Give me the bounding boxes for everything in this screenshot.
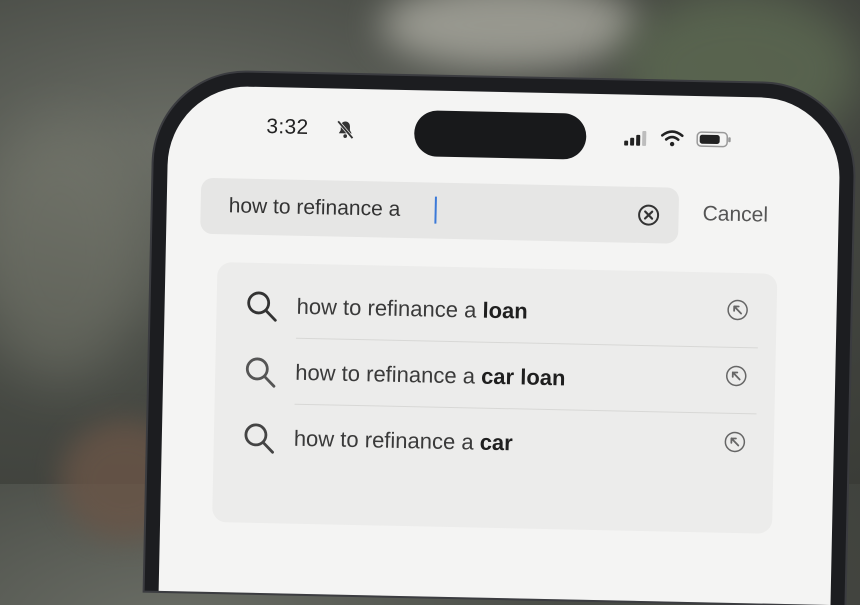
battery-icon xyxy=(696,131,731,148)
clear-circle-icon[interactable] xyxy=(636,203,660,227)
bell-slash-icon xyxy=(336,120,354,140)
phone-frame: 3:32 how to refinance a Cancel how to re… xyxy=(144,70,856,605)
status-icons xyxy=(624,129,732,149)
background-blur xyxy=(380,0,640,70)
search-icon xyxy=(244,423,274,454)
fill-query-arrow-icon[interactable] xyxy=(725,365,747,387)
status-time: 3:32 xyxy=(266,115,309,139)
fill-query-arrow-icon[interactable] xyxy=(726,299,748,321)
dynamic-island xyxy=(413,110,587,160)
suggestion-text: how to refinance a loan xyxy=(296,293,528,324)
phone-screen: 3:32 how to refinance a Cancel how to re… xyxy=(158,85,842,605)
background-blur-left xyxy=(0,120,150,380)
suggestion-text: how to refinance a car loan xyxy=(294,359,566,391)
suggestion-list: how to refinance a loan how to refinance… xyxy=(212,262,778,534)
suggestion-item[interactable]: how to refinance a loan xyxy=(216,270,777,346)
search-icon xyxy=(245,357,276,388)
text-caret xyxy=(434,196,437,224)
search-icon xyxy=(247,291,277,322)
suggestion-item[interactable]: how to refinance a car loan xyxy=(215,336,776,412)
search-query-text: how to refinance a xyxy=(228,194,401,221)
suggestion-text: how to refinance a car xyxy=(293,425,514,456)
cellular-signal-icon xyxy=(624,130,647,146)
cancel-button[interactable]: Cancel xyxy=(702,202,768,227)
suggestion-item[interactable]: how to refinance a car xyxy=(213,402,774,478)
search-input[interactable]: how to refinance a xyxy=(200,177,680,244)
fill-query-arrow-icon[interactable] xyxy=(724,431,746,453)
wifi-icon xyxy=(660,130,684,147)
